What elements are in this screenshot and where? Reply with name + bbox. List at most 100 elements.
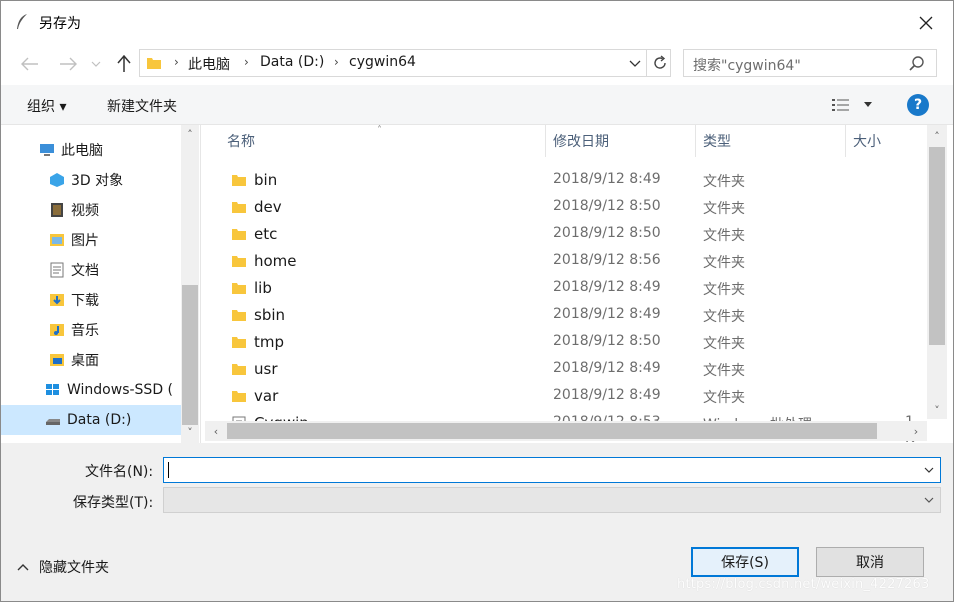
nav-scrollbar[interactable]: ˄ ˅ (181, 125, 199, 443)
refresh-button[interactable] (646, 50, 672, 76)
column-divider[interactable] (845, 125, 846, 157)
title-bar: 另存为 (1, 1, 953, 45)
chevron-right-icon[interactable]: › (907, 422, 925, 440)
arrow-left-icon (21, 57, 38, 71)
file-row[interactable]: usr 2018/9/12 8:49 文件夹 (223, 356, 923, 383)
file-date: 2018/9/12 8:49 (553, 360, 661, 376)
nav-label: 文档 (71, 263, 99, 279)
file-type: 文件夹 (703, 309, 745, 325)
column-header-name[interactable]: 名称 (227, 125, 255, 157)
file-name: home (254, 252, 297, 270)
nav-item-this-pc[interactable]: 此电脑 (1, 135, 181, 165)
search-box[interactable]: 搜索"cygwin64" (683, 49, 937, 77)
column-header-type[interactable]: 类型 (703, 125, 731, 157)
nav-item-videos[interactable]: 视频 (1, 195, 181, 225)
file-date: 2018/9/12 8:50 (553, 333, 661, 349)
breadcrumb-separator-icon: › (244, 55, 249, 69)
file-list-vertical-scrollbar[interactable]: ˄ ˅ (927, 125, 947, 419)
breadcrumb-data-drive[interactable]: Data (D:) (260, 54, 324, 70)
save-button[interactable]: 保存(S) (691, 547, 799, 577)
chevron-down-icon[interactable]: ˅ (928, 401, 946, 419)
nav-label: Data (D:) (67, 412, 132, 428)
column-divider[interactable] (695, 125, 696, 157)
file-row[interactable]: sbin 2018/9/12 8:49 文件夹 (223, 302, 923, 329)
nav-item-desktop[interactable]: 桌面 (1, 345, 181, 375)
recent-locations-button[interactable] (87, 51, 105, 77)
file-type: 文件夹 (703, 174, 745, 190)
nav-item-documents[interactable]: 文档 (1, 255, 181, 285)
hide-folders-toggle[interactable]: 隐藏文件夹 (17, 557, 109, 577)
nav-scrollbar-thumb[interactable] (182, 285, 198, 425)
nav-item-music[interactable]: 音乐 (1, 315, 181, 345)
forward-button[interactable] (55, 51, 81, 77)
file-row[interactable]: tmp 2018/9/12 8:50 文件夹 (223, 329, 923, 356)
nav-label: 桌面 (71, 353, 99, 369)
file-name: usr (254, 360, 278, 378)
close-button[interactable] (907, 7, 945, 39)
filename-input[interactable] (166, 459, 906, 481)
horizontal-scrollbar-thumb[interactable] (227, 423, 877, 439)
drive-icon (46, 419, 60, 425)
chevron-down-icon (629, 60, 641, 67)
watermark-text: https://blog.csdn.net/weixin_4227263 (677, 577, 930, 592)
nav-item-data-drive[interactable]: Data (D:) (1, 405, 181, 435)
file-type: 文件夹 (703, 228, 745, 244)
documents-icon (50, 262, 64, 278)
new-folder-button[interactable]: 新建文件夹 (107, 96, 177, 116)
nav-label: 下载 (71, 293, 99, 309)
video-icon (51, 203, 63, 217)
nav-label: 音乐 (71, 323, 99, 339)
file-name: sbin (254, 306, 286, 324)
nav-item-windows-ssd[interactable]: Windows-SSD ( (1, 375, 181, 405)
chevron-down-icon[interactable] (924, 465, 934, 475)
breadcrumb-cygwin64[interactable]: cygwin64 (349, 54, 416, 70)
arrow-right-icon (60, 57, 77, 71)
chevron-down-icon[interactable] (924, 495, 934, 505)
file-row[interactable]: var 2018/9/12 8:49 文件夹 (223, 383, 923, 410)
search-icon[interactable] (908, 55, 926, 73)
nav-item-3d-objects[interactable]: 3D 对象 (1, 165, 181, 195)
up-button[interactable] (111, 51, 137, 77)
file-date: 2018/9/12 8:50 (553, 225, 661, 241)
filetype-label: 保存类型(T): (73, 495, 154, 511)
vertical-scrollbar-thumb[interactable] (929, 147, 945, 345)
chevron-up-icon[interactable]: ˄ (928, 127, 946, 145)
column-header-date[interactable]: 修改日期 (553, 125, 609, 157)
pictures-icon (50, 234, 64, 246)
address-bar[interactable]: › 此电脑 › Data (D:) › cygwin64 (139, 49, 671, 77)
file-list-horizontal-scrollbar[interactable]: ‹ › (205, 421, 927, 441)
nav-item-downloads[interactable]: 下载 (1, 285, 181, 315)
nav-item-pictures[interactable]: 图片 (1, 225, 181, 255)
column-divider[interactable] (545, 125, 546, 157)
chevron-down-icon[interactable]: ˅ (181, 423, 199, 441)
caret-down-icon (864, 102, 872, 107)
cancel-button[interactable]: 取消 (816, 547, 924, 577)
close-icon (919, 16, 933, 30)
nav-label: 视频 (71, 203, 99, 219)
file-row[interactable]: home 2018/9/12 8:56 文件夹 (223, 248, 923, 275)
address-dropdown-button[interactable] (626, 54, 644, 74)
view-options-button[interactable] (829, 95, 875, 115)
file-type: 文件夹 (703, 282, 745, 298)
file-row[interactable]: dev 2018/9/12 8:50 文件夹 (223, 194, 923, 221)
help-button[interactable]: ? (907, 94, 929, 116)
window-title: 另存为 (39, 16, 81, 32)
file-row[interactable]: bin 2018/9/12 8:49 文件夹 (223, 167, 923, 194)
back-button[interactable] (17, 51, 43, 77)
file-name: var (254, 387, 279, 405)
folder-icon (232, 364, 246, 375)
file-row[interactable]: etc 2018/9/12 8:50 文件夹 (223, 221, 923, 248)
nav-label: Windows-SSD ( (67, 382, 174, 398)
file-date: 2018/9/12 8:50 (553, 198, 661, 214)
file-date: 2018/9/12 8:49 (553, 171, 661, 187)
column-header-size[interactable]: 大小 (853, 125, 881, 157)
folder-icon (232, 337, 246, 348)
organize-button[interactable]: 组织 ▾ (27, 96, 66, 116)
downloads-icon (50, 294, 64, 306)
file-row[interactable]: lib 2018/9/12 8:49 文件夹 (223, 275, 923, 302)
breadcrumb-this-pc[interactable]: 此电脑 (188, 54, 230, 74)
chevron-left-icon[interactable]: ‹ (207, 422, 225, 440)
chevron-up-icon[interactable]: ˄ (181, 125, 199, 143)
filetype-select[interactable] (163, 487, 941, 513)
filename-field[interactable] (163, 457, 941, 483)
